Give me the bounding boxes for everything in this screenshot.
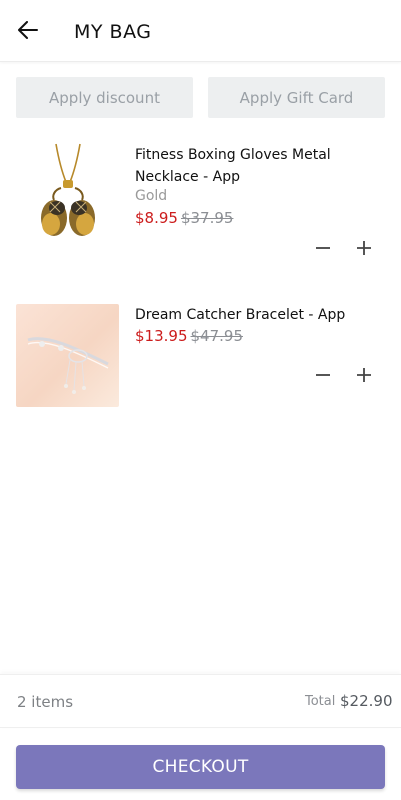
plus-icon (355, 366, 373, 388)
sale-price: $8.95 (135, 209, 178, 227)
product-image-bracelet[interactable] (16, 304, 119, 407)
price-row: $13.95 $47.95 (135, 327, 243, 345)
total-value: $22.90 (340, 692, 393, 710)
apply-gift-card-button[interactable]: Apply Gift Card (208, 77, 385, 118)
apply-discount-button[interactable]: Apply discount (16, 77, 193, 118)
item-name[interactable]: Dream Catcher Bracelet - App (135, 304, 385, 326)
decrease-quantity-button[interactable] (311, 238, 335, 262)
decrease-quantity-button[interactable] (311, 365, 335, 389)
product-image-necklace[interactable] (16, 142, 119, 245)
sale-price: $13.95 (135, 327, 188, 345)
total-label: Total (305, 694, 336, 709)
increase-quantity-button[interactable] (352, 365, 376, 389)
increase-quantity-button[interactable] (352, 238, 376, 262)
bag-screen: MY BAG Apply discount Apply Gift Card Fi (0, 0, 401, 800)
item-count: 2 items (17, 693, 74, 711)
cart-item: Fitness Boxing Gloves Metal Necklace - A… (0, 140, 401, 270)
minus-icon (314, 366, 332, 388)
plus-icon (355, 239, 373, 261)
order-summary: 2 items Total $22.90 (0, 674, 401, 728)
checkout-button[interactable]: CHECKOUT (16, 745, 385, 789)
arrow-left-icon (18, 21, 38, 43)
page-title: MY BAG (74, 21, 152, 43)
back-button[interactable] (14, 18, 42, 46)
original-price: $47.95 (190, 327, 244, 345)
app-header: MY BAG (0, 0, 401, 62)
cart-item: Dream Catcher Bracelet - App $13.95 $47.9… (0, 300, 401, 410)
price-row: $8.95 $37.95 (135, 209, 233, 227)
item-name[interactable]: Fitness Boxing Gloves Metal Necklace - A… (135, 144, 385, 188)
original-price: $37.95 (180, 209, 234, 227)
item-variant: Gold (135, 188, 168, 204)
minus-icon (314, 239, 332, 261)
